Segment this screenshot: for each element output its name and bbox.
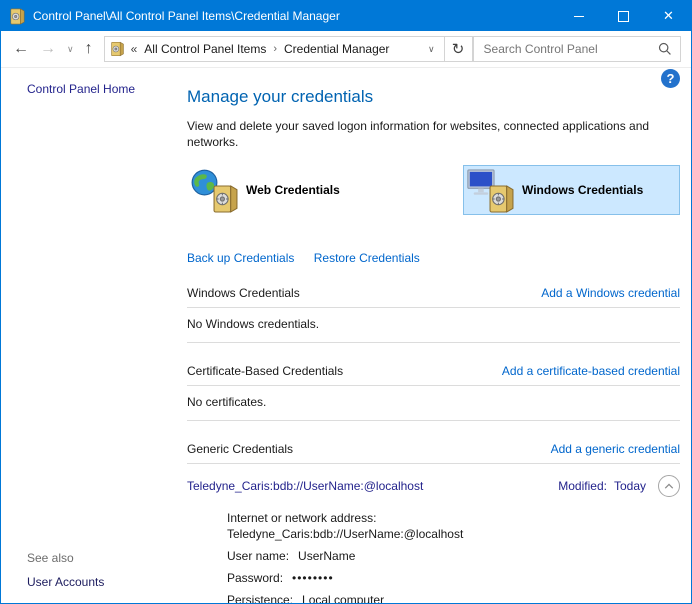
refresh-button[interactable]: ↻ xyxy=(444,36,473,62)
search-icon[interactable] xyxy=(658,42,672,56)
address-dropdown-chevron-icon[interactable]: ∨ xyxy=(421,44,442,55)
see-also-heading: See also xyxy=(27,551,74,565)
modified-label: Modified: xyxy=(558,479,607,493)
password-value: •••••••• xyxy=(292,571,334,585)
collapse-credential-button[interactable] xyxy=(658,475,680,497)
credential-manager-window: Control Panel\All Control Panel Items\Cr… xyxy=(0,0,692,604)
minimize-icon xyxy=(574,16,584,17)
section-empty-text: No Windows credentials. xyxy=(187,308,680,343)
credential-address-label: Internet or network address: xyxy=(227,510,680,526)
close-icon: ✕ xyxy=(663,8,674,24)
credential-persistence-row: Persistence: Local computer xyxy=(227,592,680,604)
restore-credentials-link[interactable]: Restore Credentials xyxy=(314,251,420,265)
persistence-label: Persistence: xyxy=(227,593,293,604)
maximize-button[interactable] xyxy=(601,1,646,31)
add-windows-credential-link[interactable]: Add a Windows credential xyxy=(541,286,680,300)
section-empty-text: No certificates. xyxy=(187,386,680,421)
section-header-row: Certificate-Based Credentials Add a cert… xyxy=(187,364,680,386)
window-title: Control Panel\All Control Panel Items\Cr… xyxy=(33,9,556,23)
sidebar: Control Panel Home See also User Account… xyxy=(1,67,187,602)
address-bar[interactable]: « All Control Panel Items › Credential M… xyxy=(104,36,445,62)
section-header-row: Generic Credentials Add a generic creden… xyxy=(187,442,680,464)
credential-password-row: Password: •••••••• xyxy=(227,570,680,586)
page-title: Manage your credentials xyxy=(187,87,680,107)
username-label: User name: xyxy=(227,549,289,563)
forward-button[interactable]: → xyxy=(40,41,56,57)
search-input[interactable] xyxy=(482,41,658,57)
section-title: Generic Credentials xyxy=(187,442,293,456)
credential-entry-header[interactable]: Teledyne_Caris:bdb://UserName:@localhost… xyxy=(187,475,680,497)
backup-credentials-link[interactable]: Back up Credentials xyxy=(187,251,294,265)
credential-actions-row: Back up Credentials Restore Credentials xyxy=(187,251,680,265)
credential-details: Internet or network address: Teledyne_Ca… xyxy=(227,510,680,604)
breadcrumb-overflow-icon[interactable]: « xyxy=(131,42,138,56)
safe-icon xyxy=(213,184,238,214)
password-label: Password: xyxy=(227,571,283,585)
modified-value: Today xyxy=(614,479,646,493)
control-panel-icon xyxy=(111,41,124,57)
windows-credentials-section: Windows Credentials Add a Windows creden… xyxy=(187,286,680,343)
recent-pages-chevron-icon[interactable]: ∨ xyxy=(67,44,74,55)
persistence-value: Local computer xyxy=(302,593,384,604)
window-controls: ✕ xyxy=(556,1,691,31)
credential-manager-app-icon xyxy=(10,8,25,25)
maximize-icon xyxy=(618,11,629,22)
certificate-credentials-section: Certificate-Based Credentials Add a cert… xyxy=(187,364,680,421)
web-credentials-label: Web Credentials xyxy=(246,183,340,197)
refresh-icon: ↻ xyxy=(452,40,465,58)
breadcrumb-item-credential-manager[interactable]: Credential Manager xyxy=(284,42,389,56)
web-credentials-tile[interactable]: Web Credentials xyxy=(187,165,463,215)
up-button[interactable]: ↑ xyxy=(85,41,93,57)
windows-credentials-tile[interactable]: Windows Credentials xyxy=(463,165,680,215)
title-bar: Control Panel\All Control Panel Items\Cr… xyxy=(1,1,691,31)
web-credentials-icon xyxy=(190,166,246,214)
section-title: Windows Credentials xyxy=(187,286,300,300)
windows-credentials-label: Windows Credentials xyxy=(522,183,643,197)
sidebar-item-control-panel-home[interactable]: Control Panel Home xyxy=(27,82,135,96)
windows-credentials-icon xyxy=(466,166,522,214)
generic-credentials-section: Generic Credentials Add a generic creden… xyxy=(187,442,680,604)
search-box xyxy=(473,36,681,62)
breadcrumb-separator-icon[interactable]: › xyxy=(273,43,277,55)
page-description: View and delete your saved logon informa… xyxy=(187,118,673,150)
safe-icon xyxy=(489,184,514,214)
add-generic-credential-link[interactable]: Add a generic credential xyxy=(551,442,680,456)
breadcrumb-item-all-control-panel-items[interactable]: All Control Panel Items xyxy=(144,42,266,56)
chevron-up-icon xyxy=(664,483,674,490)
section-header-row: Windows Credentials Add a Windows creden… xyxy=(187,286,680,308)
navigation-toolbar: ← → ∨ ↑ « All Control Panel Items › Cred… xyxy=(1,31,691,68)
credential-name[interactable]: Teledyne_Caris:bdb://UserName:@localhost xyxy=(187,479,558,493)
back-button[interactable]: ← xyxy=(13,41,29,57)
main-content: Manage your credentials View and delete … xyxy=(187,67,680,604)
add-certificate-credential-link[interactable]: Add a certificate-based credential xyxy=(502,364,680,378)
section-title: Certificate-Based Credentials xyxy=(187,364,343,378)
sidebar-item-user-accounts[interactable]: User Accounts xyxy=(27,575,104,589)
credential-address-value: Teledyne_Caris:bdb://UserName:@localhost xyxy=(227,526,680,542)
minimize-button[interactable] xyxy=(556,1,601,31)
username-value: UserName xyxy=(298,549,355,563)
credential-type-tiles: Web Credentials xyxy=(187,165,680,215)
close-button[interactable]: ✕ xyxy=(646,1,691,31)
credential-username-row: User name: UserName xyxy=(227,548,680,564)
